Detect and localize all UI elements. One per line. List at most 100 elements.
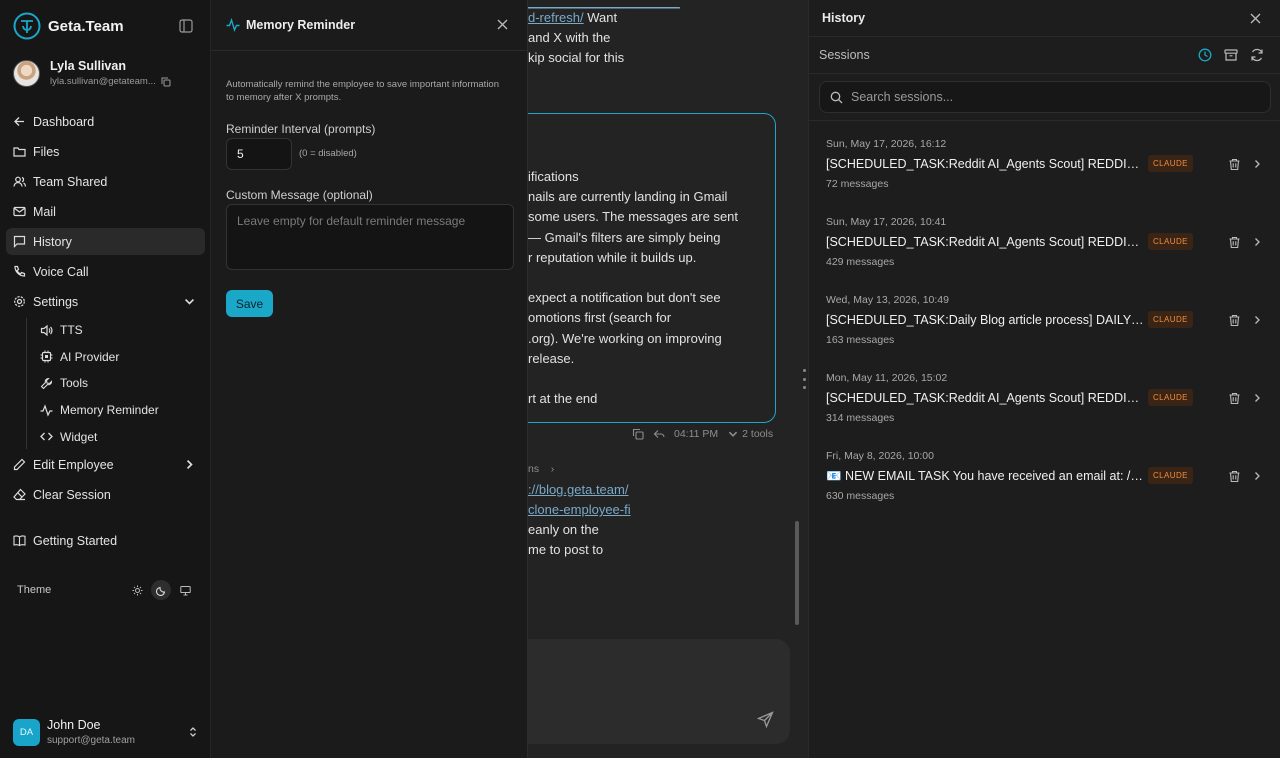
sidebar-item-tts[interactable]: TTS	[33, 318, 205, 342]
clock-icon[interactable]	[1198, 48, 1212, 62]
employee-name: Lyla Sullivan	[50, 59, 126, 73]
code-icon	[40, 432, 53, 441]
theme-system-button[interactable]	[175, 580, 195, 600]
sidebar-item-label: History	[33, 234, 72, 249]
sidebar-item-mail[interactable]: Mail	[6, 198, 205, 225]
provider-badge: CLAUDE	[1148, 389, 1193, 406]
session-item[interactable]: Fri, May 8, 2026, 10:00 📧 NEW EMAIL TASK …	[809, 432, 1280, 510]
sidebar-item-widget[interactable]: Widget	[33, 425, 205, 449]
sidebar-item-getting-started[interactable]: Getting Started	[6, 527, 205, 554]
chevron-right-icon[interactable]	[1251, 236, 1263, 248]
session-date: Mon, May 11, 2026, 15:02	[826, 372, 948, 384]
chevron-right-icon[interactable]	[1251, 314, 1263, 326]
session-date: Fri, May 8, 2026, 10:00	[826, 450, 934, 462]
custom-message-label: Custom Message (optional)	[226, 188, 373, 202]
chat-link[interactable]: d-refresh/	[528, 10, 584, 25]
reply-icon[interactable]	[653, 428, 665, 440]
account-menu[interactable]: DA John Doe support@geta.team	[13, 718, 199, 746]
activity-icon	[40, 403, 53, 417]
sidebar-item-label: Dashboard	[33, 114, 95, 129]
panel-description: Automatically remind the employee to sav…	[226, 79, 499, 103]
message-input[interactable]	[528, 639, 790, 744]
chat-scrollbar[interactable]	[795, 521, 799, 625]
reminder-interval-input[interactable]	[226, 138, 292, 170]
sidebar-item-dashboard[interactable]: Dashboard	[6, 108, 205, 135]
interval-hint: (0 = disabled)	[299, 148, 357, 159]
custom-message-field[interactable]	[226, 204, 514, 270]
sidebar-item-ai-provider[interactable]: AI Provider	[33, 345, 205, 369]
chat-text: _____________________	[528, 0, 680, 9]
history-panel: History Sessions Sun, May 17, 2026, 16:1…	[808, 0, 1280, 758]
chat-text: and X with the	[528, 30, 611, 45]
session-search[interactable]	[819, 81, 1271, 113]
memory-reminder-panel: Memory Reminder Automatically remind the…	[211, 0, 528, 758]
employee-email: lyla.sullivan@getateam...	[50, 76, 156, 87]
sessions-label: Sessions	[819, 48, 870, 62]
arrow-left-icon	[14, 117, 24, 126]
message-line: ifications	[528, 169, 579, 184]
session-item[interactable]: Wed, May 13, 2026, 10:49 [SCHEDULED_TASK:…	[809, 276, 1280, 354]
search-input[interactable]	[851, 90, 1251, 104]
session-item[interactable]: Sun, May 17, 2026, 10:41 [SCHEDULED_TASK:…	[809, 198, 1280, 276]
sidebar-item-team-shared[interactable]: Team Shared	[6, 168, 205, 195]
session-title: [SCHEDULED_TASK:Reddit AI_Agents Scout] …	[826, 157, 1144, 171]
trash-icon[interactable]	[1228, 470, 1241, 483]
panel-title: Memory Reminder	[246, 18, 356, 32]
copy-icon[interactable]	[161, 77, 171, 87]
session-item[interactable]: Sun, May 17, 2026, 16:12 [SCHEDULED_TASK:…	[809, 120, 1280, 198]
close-icon[interactable]	[1250, 13, 1261, 24]
activity-icon	[226, 18, 240, 32]
session-message-count: 163 messages	[826, 334, 895, 346]
message-line: omotions first (search for	[528, 310, 672, 326]
trash-icon[interactable]	[1228, 314, 1241, 327]
sidebar-item-label: Team Shared	[33, 174, 108, 189]
sidebar-item-settings[interactable]: Settings	[6, 288, 205, 315]
trash-icon[interactable]	[1228, 392, 1241, 405]
trash-icon[interactable]	[1228, 158, 1241, 171]
panel-resize-handle[interactable]	[802, 369, 806, 389]
chevron-right-icon[interactable]	[1251, 158, 1263, 170]
sidebar-toggle-icon[interactable]	[179, 19, 193, 33]
chat-breadcrumb[interactable]: ns ›	[528, 463, 554, 475]
sidebar-nav: Dashboard Files Team Shared Mail History…	[6, 108, 205, 557]
send-icon[interactable]	[757, 711, 774, 728]
session-item[interactable]: Mon, May 11, 2026, 15:02 [SCHEDULED_TASK:…	[809, 354, 1280, 432]
sidebar-item-files[interactable]: Files	[6, 138, 205, 165]
sidebar-item-memory-reminder[interactable]: Memory Reminder	[33, 398, 205, 422]
refresh-icon[interactable]	[1250, 48, 1264, 62]
sidebar-item-clear-session[interactable]: Clear Session	[6, 481, 205, 508]
theme-light-button[interactable]	[127, 580, 147, 600]
speaker-icon	[40, 324, 53, 336]
chat-link[interactable]: clone-employee-fi	[528, 502, 631, 517]
close-icon[interactable]	[497, 19, 508, 30]
folder-icon	[13, 147, 26, 157]
sidebar-item-label: Settings	[33, 294, 79, 309]
sidebar: Geta.Team Lyla Sullivan lyla.sullivan@ge…	[0, 0, 211, 758]
sidebar-item-voice-call[interactable]: Voice Call	[6, 258, 205, 285]
archive-icon[interactable]	[1224, 48, 1238, 62]
chevron-right-icon[interactable]	[1251, 470, 1263, 482]
sidebar-item-tools[interactable]: Tools	[33, 371, 205, 395]
copy-icon[interactable]	[632, 428, 644, 440]
sidebar-item-label: Mail	[33, 204, 56, 219]
message-line: expect a notification but don't see	[528, 290, 721, 306]
current-employee[interactable]: Lyla Sullivan lyla.sullivan@getateam...	[13, 59, 171, 87]
sidebar-item-edit-employee[interactable]: Edit Employee	[6, 451, 205, 478]
theme-dark-button[interactable]	[151, 580, 171, 600]
theme-switcher: Theme	[17, 580, 195, 600]
save-button[interactable]: Save	[226, 290, 273, 317]
chat-link[interactable]: ://blog.geta.team/	[528, 482, 628, 497]
session-message-count: 72 messages	[826, 178, 889, 190]
message-line: some users. The messages are sent	[528, 209, 739, 225]
sidebar-item-history[interactable]: History	[6, 228, 205, 255]
moon-icon	[155, 586, 165, 596]
cpu-icon	[40, 350, 53, 363]
chevron-right-icon[interactable]	[1251, 392, 1263, 404]
chat-text: ://blog.geta.team/	[528, 482, 628, 497]
panel-header: Memory Reminder	[211, 0, 527, 51]
brand[interactable]: Geta.Team	[13, 12, 124, 40]
tools-toggle[interactable]: 2 tools	[727, 428, 773, 440]
phone-icon	[14, 265, 26, 277]
trash-icon[interactable]	[1228, 236, 1241, 249]
tools-count: 2 tools	[742, 428, 774, 440]
